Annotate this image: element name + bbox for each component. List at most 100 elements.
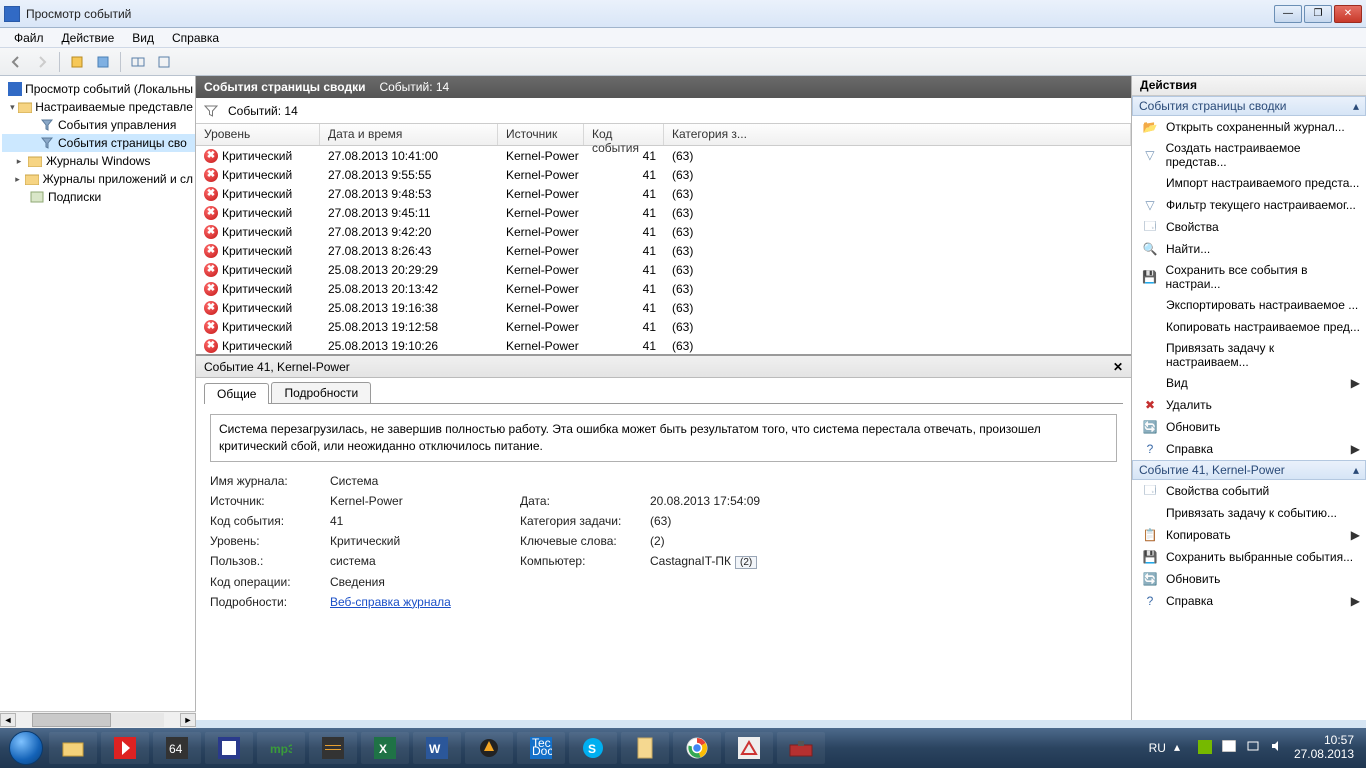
tab-general[interactable]: Общие — [204, 383, 269, 404]
table-row[interactable]: ✖Критический27.08.2013 8:26:43Kernel-Pow… — [196, 241, 1131, 260]
tree-root[interactable]: Просмотр событий (Локальны — [2, 80, 195, 98]
menu-help[interactable]: Справка — [164, 29, 227, 47]
action-item[interactable]: ▽Создать настраиваемое представ... — [1132, 138, 1366, 172]
taskbar-app-5[interactable] — [309, 732, 357, 764]
tray-clock[interactable]: 10:57 27.08.2013 — [1294, 734, 1354, 762]
action-item[interactable]: 🔄Обновить — [1132, 568, 1366, 590]
action-item[interactable]: Импорт настраиваемого предста... — [1132, 172, 1366, 194]
tray-volume-icon[interactable] — [1270, 740, 1286, 756]
menu-file[interactable]: Файл — [6, 29, 52, 47]
tray-flag-icon[interactable] — [1222, 740, 1238, 756]
val-source: Kernel-Power — [330, 494, 520, 508]
col-datetime[interactable]: Дата и время — [320, 124, 498, 145]
table-row[interactable]: ✖Критический27.08.2013 9:48:53Kernel-Pow… — [196, 184, 1131, 203]
tree-summary-label: События страницы сво — [58, 136, 187, 150]
nav-back-button[interactable] — [4, 51, 28, 73]
action-item[interactable]: 🗔Свойства — [1132, 216, 1366, 238]
actions-section-2[interactable]: Событие 41, Kernel-Power▴ — [1132, 460, 1366, 480]
detail-close-button[interactable]: ✕ — [1113, 360, 1123, 374]
taskbar-excel[interactable]: X — [361, 732, 409, 764]
taskbar-app-3[interactable] — [205, 732, 253, 764]
action-item[interactable]: Вид▶ — [1132, 372, 1366, 394]
tab-details[interactable]: Подробности — [271, 382, 371, 403]
tray-nvidia-icon[interactable] — [1198, 740, 1214, 756]
table-row[interactable]: ✖Критический25.08.2013 20:13:42Kernel-Po… — [196, 279, 1131, 298]
action-item[interactable]: Привязать задачу к событию... — [1132, 502, 1366, 524]
table-row[interactable]: ✖Критический25.08.2013 20:29:29Kernel-Po… — [196, 260, 1131, 279]
critical-icon: ✖ — [204, 282, 218, 296]
table-row[interactable]: ✖Критический27.08.2013 9:45:11Kernel-Pow… — [196, 203, 1131, 222]
tree-hscroll[interactable]: ◄► — [0, 711, 196, 720]
taskbar-app-8[interactable] — [621, 732, 669, 764]
tray-network-icon[interactable] — [1246, 740, 1262, 756]
menu-action[interactable]: Действие — [54, 29, 123, 47]
toolbar-btn-3[interactable] — [126, 51, 150, 73]
actions-section-1[interactable]: События страницы сводки▴ — [1132, 96, 1366, 116]
toolbar-btn-1[interactable] — [65, 51, 89, 73]
tree-summary-events[interactable]: События страницы сво — [2, 134, 195, 152]
action-item[interactable]: ?Справка▶ — [1132, 590, 1366, 612]
taskbar-explorer[interactable] — [49, 732, 97, 764]
table-row[interactable]: ✖Критический25.08.2013 19:16:38Kernel-Po… — [196, 298, 1131, 317]
taskbar-chrome[interactable] — [673, 732, 721, 764]
titlebar: Просмотр событий — ❐ ✕ — [0, 0, 1366, 28]
table-row[interactable]: ✖Критический27.08.2013 9:55:55Kernel-Pow… — [196, 165, 1131, 184]
action-item[interactable]: 📋Копировать▶ — [1132, 524, 1366, 546]
tree-custom-label: Настраиваемые представле — [35, 100, 193, 114]
action-item[interactable]: Копировать настраиваемое пред... — [1132, 316, 1366, 338]
critical-icon: ✖ — [204, 320, 218, 334]
action-item[interactable]: Привязать задачу к настраиваем... — [1132, 338, 1366, 372]
taskbar-app-2[interactable]: 64 — [153, 732, 201, 764]
table-row[interactable]: ✖Критический25.08.2013 19:10:26Kernel-Po… — [196, 336, 1131, 354]
col-eventid[interactable]: Код события — [584, 124, 664, 145]
action-item[interactable]: 🔍Найти... — [1132, 238, 1366, 260]
tree-custom-views[interactable]: ▾ Настраиваемые представле — [2, 98, 195, 116]
action-item[interactable]: ▽Фильтр текущего настраиваемог... — [1132, 194, 1366, 216]
action-item[interactable]: 🔄Обновить — [1132, 416, 1366, 438]
taskbar-app-9[interactable] — [725, 732, 773, 764]
action-item[interactable]: 📂Открыть сохраненный журнал... — [1132, 116, 1366, 138]
action-icon: 💾 — [1142, 549, 1158, 565]
action-item[interactable]: ✖Удалить — [1132, 394, 1366, 416]
nav-forward-button[interactable] — [30, 51, 54, 73]
taskbar-app-4[interactable]: mp3 — [257, 732, 305, 764]
table-row[interactable]: ✖Критический27.08.2013 9:42:20Kernel-Pow… — [196, 222, 1131, 241]
taskbar-skype[interactable]: S — [569, 732, 617, 764]
toolbar-btn-4[interactable] — [152, 51, 176, 73]
maximize-button[interactable]: ❐ — [1304, 5, 1332, 23]
help-link[interactable]: Веб-справка журнала — [330, 595, 451, 609]
tree-app-logs[interactable]: ▸ Журналы приложений и сл — [2, 170, 195, 188]
action-icon: ▽ — [1142, 197, 1158, 213]
taskbar-app-7[interactable]: TecDoc — [517, 732, 565, 764]
center-header-count: Событий: 14 — [379, 80, 449, 94]
action-icon: 🗔 — [1142, 219, 1158, 235]
tray-lang[interactable]: RU — [1149, 741, 1166, 755]
taskbar-app-6[interactable] — [465, 732, 513, 764]
close-button[interactable]: ✕ — [1334, 5, 1362, 23]
table-row[interactable]: ✖Критический25.08.2013 19:12:58Kernel-Po… — [196, 317, 1131, 336]
menu-view[interactable]: Вид — [124, 29, 162, 47]
action-item[interactable]: Экспортировать настраиваемое ... — [1132, 294, 1366, 316]
action-item[interactable]: 💾Сохранить все события в настраи... — [1132, 260, 1366, 294]
col-level[interactable]: Уровень — [196, 124, 320, 145]
minimize-button[interactable]: — — [1274, 5, 1302, 23]
actions-panel: Действия События страницы сводки▴ 📂Откры… — [1132, 76, 1366, 720]
toolbar-btn-2[interactable] — [91, 51, 115, 73]
tree-subscriptions[interactable]: Подписки — [2, 188, 195, 206]
tray-icon[interactable]: ▴ — [1174, 740, 1190, 756]
toolbar — [0, 48, 1366, 76]
col-source[interactable]: Источник — [498, 124, 584, 145]
action-item[interactable]: ?Справка▶ — [1132, 438, 1366, 460]
action-item[interactable]: 💾Сохранить выбранные события... — [1132, 546, 1366, 568]
tree-admin-events[interactable]: События управления — [2, 116, 195, 134]
tree-windows-logs[interactable]: ▸ Журналы Windows — [2, 152, 195, 170]
taskbar-word[interactable]: W — [413, 732, 461, 764]
taskbar-app-10[interactable] — [777, 732, 825, 764]
col-category[interactable]: Категория з... — [664, 124, 1131, 145]
folder-icon — [18, 99, 32, 115]
table-row[interactable]: ✖Критический27.08.2013 10:41:00Kernel-Po… — [196, 146, 1131, 165]
start-button[interactable] — [6, 728, 46, 768]
svg-text:Doc: Doc — [532, 744, 552, 758]
taskbar-app-1[interactable] — [101, 732, 149, 764]
action-item[interactable]: 🗔Свойства событий — [1132, 480, 1366, 502]
